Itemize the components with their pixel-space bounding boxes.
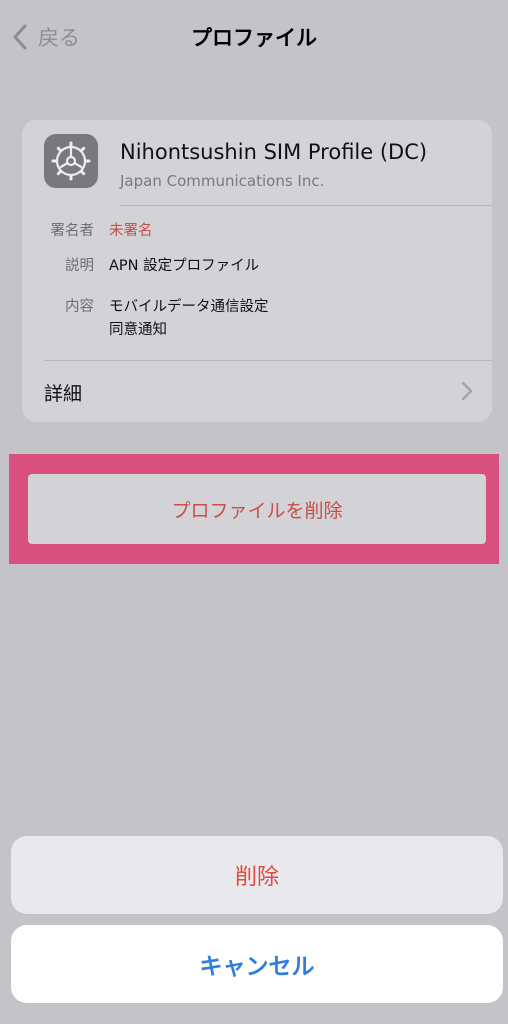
chevron-right-icon <box>461 381 473 401</box>
navigation-bar: 戻る プロファイル <box>0 0 508 72</box>
field-key: 説明 <box>65 258 94 274</box>
field-key: 署名者 <box>50 223 95 239</box>
field-value: APN 設定プロファイル <box>109 258 260 274</box>
field-value: 未署名 <box>109 223 153 239</box>
remove-profile-button[interactable]: プロファイルを削除 <box>28 474 486 544</box>
profile-organization: Japan Communications Inc. <box>120 172 325 190</box>
divider <box>120 205 492 206</box>
profile-card: Nihontsushin SIM Profile (DC) Japan Comm… <box>22 120 492 422</box>
cancel-button[interactable]: キャンセル <box>11 925 503 1003</box>
field-value-line: モバイルデータ通信設定 <box>109 299 269 315</box>
page-title: プロファイル <box>191 26 317 50</box>
profile-app-icon <box>44 134 98 188</box>
details-row[interactable]: 詳細 <box>22 361 492 422</box>
confirm-delete-button[interactable]: 削除 <box>11 836 503 914</box>
field-value: モバイルデータ通信設定 同意通知 <box>109 296 269 342</box>
details-label: 詳細 <box>44 383 83 405</box>
profile-name: Nihontsushin SIM Profile (DC) <box>120 140 428 164</box>
gear-icon <box>51 141 91 181</box>
field-value-line: 同意通知 <box>109 322 167 338</box>
field-key: 内容 <box>65 299 94 315</box>
